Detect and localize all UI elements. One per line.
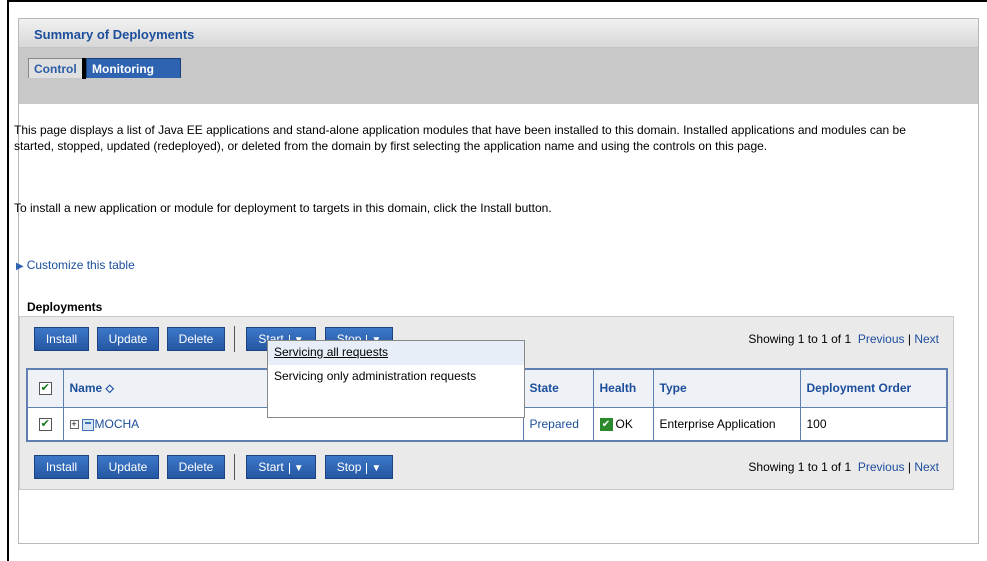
start-label-bottom: Start	[258, 460, 284, 474]
chevron-down-icon: ▼	[366, 463, 381, 474]
sort-ascending-icon: ⬦	[105, 380, 114, 395]
paging-info-bottom: Showing 1 to 1 of 1 Previous | Next	[748, 460, 939, 474]
paging-separator: |	[907, 332, 911, 346]
start-dropdown-menu: Servicing all requests Servicing only ad…	[267, 340, 525, 418]
update-button-top[interactable]: Update	[97, 327, 159, 351]
menu-item-servicing-all-requests[interactable]: Servicing all requests	[268, 341, 524, 365]
deployment-state-link[interactable]: Prepared	[530, 417, 579, 431]
select-all-checkbox[interactable]: ✔	[38, 382, 52, 396]
page-description: This page displays a list of Java EE app…	[14, 123, 906, 153]
delete-button-bottom[interactable]: Delete	[167, 455, 225, 479]
type-column-header[interactable]: Type	[652, 368, 801, 408]
previous-link-top[interactable]: Previous	[858, 332, 905, 346]
deployment-order-column-header[interactable]: Deployment Order	[799, 368, 948, 408]
health-ok-icon: ✔	[599, 417, 613, 431]
enterprise-app-icon	[81, 418, 94, 431]
stop-label-bottom: Stop	[336, 460, 362, 474]
window-border-top	[7, 0, 987, 2]
start-dropdown-button-bottom[interactable]: Start ▼	[246, 455, 316, 479]
name-header-label: Name	[69, 380, 103, 395]
tab-control[interactable]: Control	[28, 58, 84, 78]
tab-bar: Control Monitoring	[19, 48, 978, 104]
install-button-top[interactable]: Install	[34, 327, 89, 351]
state-cell: Prepared	[522, 406, 594, 442]
update-button-bottom[interactable]: Update	[97, 455, 159, 479]
paging-range: Showing 1 to 1 of 1	[748, 460, 852, 474]
toolbar-separator-top	[234, 326, 235, 352]
paging-range: Showing 1 to 1 of 1	[748, 332, 852, 346]
tab-monitoring[interactable]: Monitoring	[82, 58, 181, 79]
deployments-heading: Deployments	[27, 300, 103, 314]
panel-title: Summary of Deployments	[19, 19, 978, 48]
select-all-header: ✔	[26, 368, 64, 408]
health-status: OK	[615, 416, 633, 431]
install-instructions: To install a new application or module f…	[14, 201, 552, 215]
customize-table-label: Customize this table	[26, 258, 135, 272]
expand-triangle-icon: ▶	[16, 261, 24, 272]
window-border-left	[7, 0, 9, 561]
expand-tree-icon[interactable]: +	[69, 420, 79, 430]
deployment-order-cell: 100	[799, 406, 948, 442]
row-checkbox[interactable]: ✔	[38, 417, 52, 431]
chevron-down-icon: ▼	[288, 463, 304, 474]
paging-info-top: Showing 1 to 1 of 1 Previous | Next	[748, 332, 939, 346]
health-column-header[interactable]: Health	[592, 368, 654, 408]
customize-table-link[interactable]: ▶ Customize this table	[16, 258, 135, 272]
stop-dropdown-button-bottom[interactable]: Stop ▼	[325, 455, 393, 479]
menu-item-servicing-admin-requests[interactable]: Servicing only administration requests	[268, 365, 524, 389]
toolbar-separator-bottom	[234, 454, 235, 480]
paging-separator: |	[907, 460, 911, 474]
next-link-top[interactable]: Next	[914, 332, 939, 346]
state-column-header[interactable]: State	[522, 368, 594, 408]
next-link-bottom[interactable]: Next	[914, 460, 939, 474]
delete-button-top[interactable]: Delete	[167, 327, 225, 351]
previous-link-bottom[interactable]: Previous	[858, 460, 905, 474]
row-select-cell: ✔	[26, 406, 64, 442]
install-button-bottom[interactable]: Install	[34, 455, 89, 479]
deployment-name-link[interactable]: MOCHA	[95, 417, 140, 431]
health-cell: ✔ OK	[592, 406, 654, 442]
type-cell: Enterprise Application	[652, 406, 801, 442]
